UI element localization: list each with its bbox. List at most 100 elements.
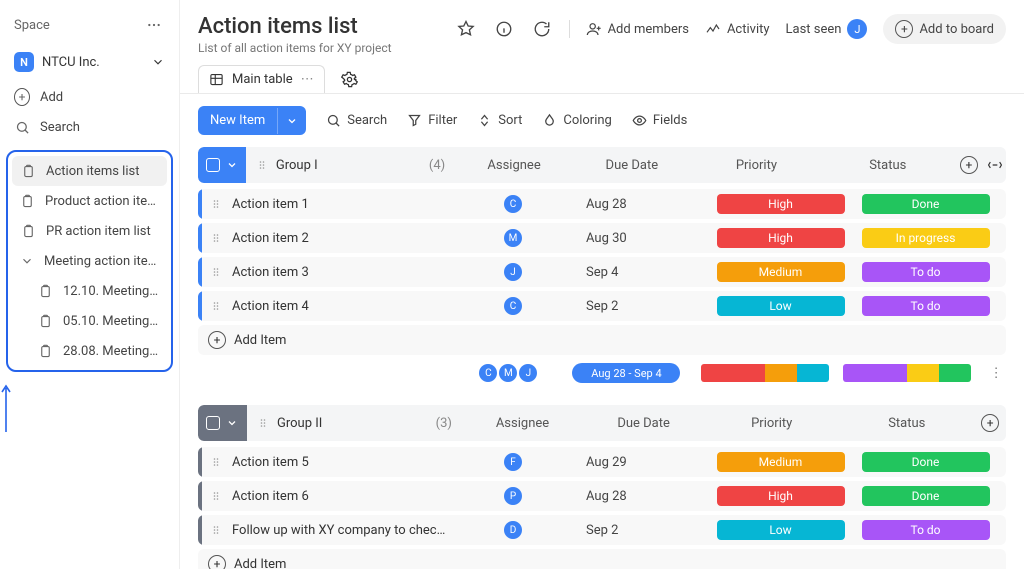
col-due[interactable]: Due Date bbox=[573, 158, 691, 173]
due-cell[interactable]: Aug 30 bbox=[578, 231, 708, 246]
add-column-button[interactable]: + bbox=[953, 156, 984, 174]
due-cell[interactable]: Aug 29 bbox=[578, 455, 708, 470]
priority-cell[interactable]: High bbox=[708, 194, 853, 214]
priority-cell[interactable]: Low bbox=[708, 520, 853, 540]
assignee-cell[interactable]: C bbox=[448, 195, 578, 213]
assignee-cell[interactable]: M bbox=[448, 229, 578, 247]
new-item-button[interactable]: New Item bbox=[198, 106, 306, 135]
add-to-board-button[interactable]: + Add to board bbox=[883, 14, 1006, 44]
group-checkbox[interactable] bbox=[206, 158, 220, 172]
info-icon[interactable] bbox=[493, 18, 515, 40]
due-cell[interactable]: Aug 28 bbox=[578, 197, 708, 212]
table-row[interactable]: Action item 2 M Aug 30 High In progress bbox=[198, 223, 1006, 253]
last-seen[interactable]: Last seen J bbox=[786, 19, 868, 39]
activity-button[interactable]: Activity bbox=[705, 21, 770, 37]
view-tab-main-table[interactable]: Main table ⋯ bbox=[198, 65, 325, 93]
sidebar-add[interactable]: + Add bbox=[0, 82, 179, 112]
row-name[interactable]: Action item 3 bbox=[230, 265, 448, 280]
drag-handle-icon[interactable] bbox=[202, 489, 230, 503]
group-toggle[interactable] bbox=[198, 147, 246, 183]
chevron-down-icon[interactable] bbox=[277, 108, 306, 134]
col-due[interactable]: Due Date bbox=[583, 416, 704, 431]
star-icon[interactable] bbox=[455, 18, 477, 40]
drag-handle-icon[interactable] bbox=[202, 299, 230, 313]
sidebar-meeting-group[interactable]: Meeting action item lists bbox=[12, 246, 167, 276]
view-settings-icon[interactable] bbox=[339, 68, 361, 90]
assignee-cell[interactable]: J bbox=[448, 263, 578, 281]
priority-cell[interactable]: Low bbox=[708, 296, 853, 316]
summary-status-bar[interactable] bbox=[843, 364, 971, 382]
drag-handle-icon[interactable] bbox=[202, 231, 230, 245]
status-cell[interactable]: In progress bbox=[853, 228, 998, 248]
priority-cell[interactable]: High bbox=[708, 486, 853, 506]
group-name[interactable]: Group II bbox=[277, 416, 322, 431]
due-cell[interactable]: Sep 2 bbox=[578, 299, 708, 314]
automation-icon[interactable] bbox=[531, 18, 553, 40]
assignee-cell[interactable]: D bbox=[448, 521, 578, 539]
summary-priority-bar[interactable] bbox=[701, 364, 829, 382]
status-cell[interactable]: To do bbox=[853, 296, 998, 316]
add-column-button[interactable]: + bbox=[974, 414, 1006, 432]
row-name[interactable]: Action item 2 bbox=[230, 231, 448, 246]
due-cell[interactable]: Sep 2 bbox=[578, 523, 708, 538]
col-status[interactable]: Status bbox=[822, 158, 953, 173]
add-item-row[interactable]: + Add Item bbox=[198, 325, 1006, 355]
table-row[interactable]: Action item 6 P Aug 28 High Done bbox=[198, 481, 1006, 511]
drag-handle-icon[interactable] bbox=[257, 416, 269, 430]
group-name[interactable]: Group I bbox=[276, 158, 318, 173]
toolbar-search[interactable]: Search bbox=[326, 113, 387, 128]
expand-columns-icon[interactable] bbox=[984, 158, 1006, 172]
assignee-cell[interactable]: F bbox=[448, 453, 578, 471]
sidebar-board-item[interactable]: Action items list bbox=[12, 156, 167, 186]
row-name[interactable]: Action item 1 bbox=[230, 197, 448, 212]
more-dots-icon[interactable]: ⋯ bbox=[301, 72, 314, 87]
drag-handle-icon[interactable] bbox=[202, 265, 230, 279]
col-priority[interactable]: Priority bbox=[691, 158, 822, 173]
toolbar-filter[interactable]: Filter bbox=[407, 113, 457, 128]
sidebar-meeting-item[interactable]: 28.08. Meeting with the ... bbox=[30, 336, 167, 366]
sidebar-meeting-item[interactable]: 05.10. Meeting with CEO... bbox=[30, 306, 167, 336]
sidebar-board-item[interactable]: Product action item list bbox=[12, 186, 167, 216]
table-row[interactable]: Action item 5 F Aug 29 Medium Done bbox=[198, 447, 1006, 477]
table-row[interactable]: Action item 3 J Sep 4 Medium To do bbox=[198, 257, 1006, 287]
add-item-row[interactable]: + Add Item bbox=[198, 549, 1006, 569]
table-row[interactable]: Action item 4 C Sep 2 Low To do bbox=[198, 291, 1006, 321]
sidebar-board-item[interactable]: PR action item list bbox=[12, 216, 167, 246]
table-row[interactable]: Follow up with XY company to check if th… bbox=[198, 515, 1006, 545]
drag-handle-icon[interactable] bbox=[202, 197, 230, 211]
org-switcher[interactable]: N NTCU Inc. bbox=[0, 46, 179, 78]
assignee-cell[interactable]: C bbox=[448, 297, 578, 315]
more-dots-icon[interactable]: ⋮ bbox=[986, 366, 1006, 381]
status-cell[interactable]: Done bbox=[853, 452, 998, 472]
priority-cell[interactable]: Medium bbox=[708, 262, 853, 282]
toolbar-coloring[interactable]: Coloring bbox=[542, 113, 612, 128]
summary-date-range[interactable]: Aug 28 - Sep 4 bbox=[572, 363, 680, 383]
drag-handle-icon[interactable] bbox=[256, 158, 268, 172]
row-name[interactable]: Action item 6 bbox=[230, 489, 448, 504]
col-assignee[interactable]: Assignee bbox=[462, 416, 583, 431]
group-checkbox[interactable] bbox=[206, 416, 220, 430]
col-assignee[interactable]: Assignee bbox=[455, 158, 573, 173]
summary-assignees[interactable]: CMJ bbox=[444, 364, 572, 382]
row-name[interactable]: Action item 4 bbox=[230, 299, 448, 314]
priority-cell[interactable]: High bbox=[708, 228, 853, 248]
sidebar-search[interactable]: Search bbox=[0, 112, 179, 142]
col-status[interactable]: Status bbox=[839, 416, 974, 431]
drag-handle-icon[interactable] bbox=[202, 455, 230, 469]
assignee-cell[interactable]: P bbox=[448, 487, 578, 505]
toolbar-fields[interactable]: Fields bbox=[632, 113, 687, 128]
group-toggle[interactable] bbox=[198, 405, 247, 441]
status-cell[interactable]: Done bbox=[853, 194, 998, 214]
space-menu-icon[interactable] bbox=[143, 14, 165, 36]
due-cell[interactable]: Aug 28 bbox=[578, 489, 708, 504]
col-priority[interactable]: Priority bbox=[704, 416, 839, 431]
status-cell[interactable]: Done bbox=[853, 486, 998, 506]
toolbar-sort[interactable]: Sort bbox=[477, 113, 522, 128]
sidebar-meeting-item[interactable]: 12.10. Meeting action ite... bbox=[30, 276, 167, 306]
row-name[interactable]: Follow up with XY company to check if th… bbox=[230, 523, 448, 538]
row-name[interactable]: Action item 5 bbox=[230, 455, 448, 470]
table-row[interactable]: Action item 1 C Aug 28 High Done bbox=[198, 189, 1006, 219]
status-cell[interactable]: To do bbox=[853, 520, 998, 540]
drag-handle-icon[interactable] bbox=[202, 523, 230, 537]
status-cell[interactable]: To do bbox=[853, 262, 998, 282]
